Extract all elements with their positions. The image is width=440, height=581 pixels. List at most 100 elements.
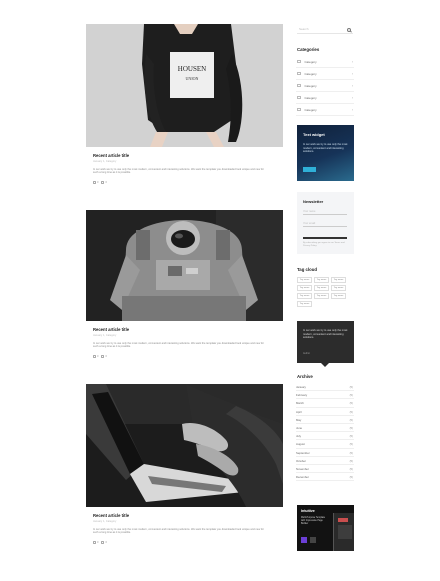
like-action[interactable]: 0 — [93, 540, 98, 544]
comment-action[interactable]: 0 — [101, 354, 107, 358]
text-widget: Text widget In our work we try to use on… — [297, 125, 354, 181]
chevron-right-icon: › — [351, 107, 353, 112]
checkbox[interactable] — [297, 95, 301, 100]
quote-widget: In our work we try to use only the most … — [297, 321, 354, 367]
category-item[interactable]: Category › — [296, 80, 354, 92]
archive-item[interactable]: September (5) — [296, 449, 354, 457]
search-icon[interactable] — [347, 27, 351, 32]
archive-month: July — [296, 434, 301, 439]
tag[interactable]: Tag name — [331, 277, 346, 283]
article-actions: 0 0 — [93, 354, 276, 358]
article-title[interactable]: Recent article title — [93, 327, 276, 332]
article-image[interactable] — [86, 210, 283, 321]
archive-month: January — [296, 385, 306, 389]
archive-item[interactable]: October (5) — [296, 457, 354, 465]
article-meta: January 1, Category — [93, 333, 117, 337]
like-action[interactable]: 0 — [93, 354, 98, 358]
archive-item[interactable]: May (5) — [296, 416, 354, 424]
like-action[interactable]: 0 — [93, 180, 98, 184]
tag[interactable]: Tag name — [331, 285, 346, 291]
archive-item[interactable]: February (5) — [296, 391, 354, 400]
promo-text: Multi-Purpose Template with Impressive P… — [301, 517, 326, 525]
tag[interactable]: Tag name — [314, 285, 329, 291]
archive-item[interactable]: July (5) — [296, 432, 354, 441]
article-card: Recent article title January 1, Category… — [86, 384, 283, 544]
archive-month: November — [296, 466, 309, 471]
tag[interactable]: Tag name — [314, 293, 329, 299]
article-excerpt: In our work we try to use only the most … — [93, 527, 264, 535]
blog-page: HOUSEN UNION Recent article title Januar… — [0, 0, 440, 581]
comment-count: 0 — [105, 180, 107, 184]
archive-count: (5) — [349, 466, 353, 471]
checkbox[interactable] — [297, 59, 301, 64]
article-image[interactable]: HOUSEN UNION — [86, 24, 283, 147]
newsletter-fine-print: By subscribing you agree to our Terms an… — [303, 242, 345, 247]
archive-month: September — [296, 450, 310, 455]
archive-count: (5) — [349, 475, 353, 480]
article-title[interactable]: Recent article title — [93, 513, 276, 518]
promo-badge-icon — [310, 537, 316, 543]
search-input[interactable]: Search — [297, 25, 353, 34]
archive-count: (5) — [349, 434, 353, 439]
newsletter-title: Newsletter — [303, 199, 324, 204]
categories-title: Categories — [297, 47, 320, 52]
promo-banner[interactable]: Intuitive Multi-Purpose Template with Im… — [297, 505, 354, 551]
article-actions: 0 0 — [93, 180, 276, 184]
tag[interactable]: Tag name — [297, 277, 312, 283]
archive-count: (5) — [349, 417, 353, 422]
categories-widget: Categories Category › Category › Category ›… — [296, 47, 354, 116]
comment-count: 0 — [105, 354, 107, 358]
name-field[interactable]: Your name — [303, 208, 347, 215]
tag-cloud: Tag name Tag name Tag name Tag name Tag … — [297, 277, 354, 307]
archive-count: (5) — [349, 385, 353, 389]
category-item[interactable]: Category › — [296, 56, 354, 68]
tag[interactable]: Tag name — [314, 277, 329, 283]
subscribe-button[interactable] — [303, 237, 347, 239]
archive-item[interactable]: December (5) — [296, 473, 354, 482]
category-label: Category — [304, 83, 317, 88]
chevron-right-icon: › — [351, 83, 353, 88]
article-title[interactable]: Recent article title — [93, 153, 276, 158]
email-field[interactable]: Your email — [303, 220, 347, 227]
chevron-right-icon: › — [351, 71, 353, 76]
archive-month: October — [296, 458, 306, 463]
tag[interactable]: Tag name — [297, 301, 312, 307]
checkbox[interactable] — [297, 71, 301, 76]
archive-count: (5) — [349, 450, 353, 455]
archive-month: May — [296, 417, 302, 422]
article-excerpt: In our work we try to use only the most … — [93, 341, 264, 349]
article-image[interactable] — [86, 384, 283, 507]
tag[interactable]: Tag name — [297, 285, 312, 291]
archive-item[interactable]: March (5) — [296, 399, 354, 408]
tag[interactable]: Tag name — [297, 293, 312, 299]
comment-action[interactable]: 0 — [101, 180, 107, 184]
text-widget-title: Text widget — [303, 132, 325, 137]
heart-icon — [93, 354, 96, 358]
archive-count: (5) — [349, 409, 353, 414]
comment-action[interactable]: 0 — [101, 540, 107, 544]
category-item[interactable]: Category › — [296, 104, 354, 116]
archive-item[interactable]: January (5) — [296, 383, 354, 392]
comment-icon — [101, 354, 105, 358]
archive-month: December — [296, 475, 309, 480]
article-meta: January 1, Category — [93, 519, 117, 523]
checkbox[interactable] — [297, 107, 301, 112]
archive-month: March — [296, 401, 304, 406]
comment-count: 0 — [105, 540, 107, 544]
text-widget-button[interactable] — [303, 167, 316, 172]
archive-item[interactable]: April (5) — [296, 408, 354, 416]
archive-item[interactable]: November (5) — [296, 465, 354, 474]
archive-widget: Archive January (5) February (5) March (5) … — [296, 374, 354, 482]
comment-icon — [101, 540, 105, 544]
archive-count: (5) — [349, 393, 353, 398]
tag[interactable]: Tag name — [331, 293, 346, 299]
archive-item[interactable]: August (5) — [296, 440, 354, 449]
category-item[interactable]: Category › — [296, 68, 354, 80]
heart-icon — [93, 540, 96, 544]
checkbox[interactable] — [297, 83, 301, 88]
svg-text:UNION: UNION — [186, 76, 199, 81]
category-item[interactable]: Category › — [296, 92, 354, 104]
archive-count: (5) — [349, 458, 353, 463]
archive-title: Archive — [297, 374, 313, 379]
archive-item[interactable]: June (5) — [296, 424, 354, 433]
